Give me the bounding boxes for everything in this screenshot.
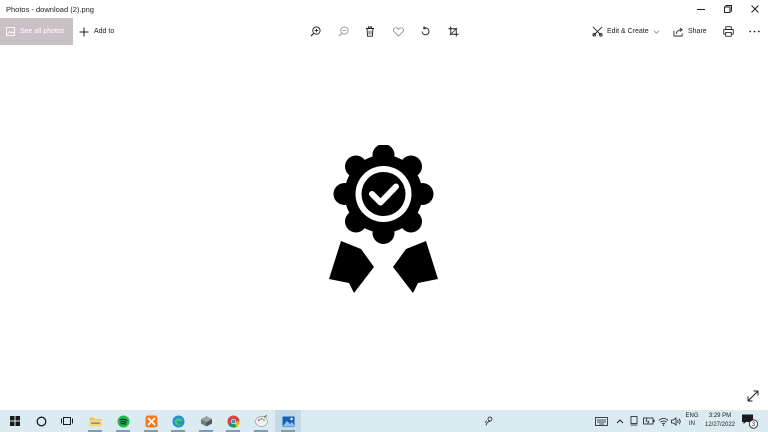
- command-bar: See all photos Add to Edit & Create Shar…: [0, 18, 768, 45]
- zoom-in-icon: [310, 26, 321, 37]
- clock-time: 3:29 PM: [708, 413, 732, 419]
- rotate-icon: [421, 26, 429, 36]
- chrome-icon: [227, 415, 239, 428]
- storage-app-icon: [200, 416, 212, 427]
- crop-button[interactable]: [446, 18, 460, 45]
- print-icon: [722, 26, 734, 37]
- device-icon: [630, 416, 638, 426]
- award-badge-icon: [329, 145, 438, 293]
- wifi-icon: [658, 417, 668, 426]
- zoom-out-button[interactable]: [336, 18, 350, 45]
- edit-create-button[interactable]: Edit & Create: [592, 18, 660, 45]
- edge-icon: [172, 415, 184, 427]
- tray-battery[interactable]: [642, 410, 656, 432]
- window-title: Photos - download (2).png: [6, 4, 94, 14]
- chevron-down-icon: [653, 29, 660, 34]
- see-all-photos-label: See all photos: [20, 28, 65, 35]
- clock[interactable]: 3:29 PM 12/27/2022: [700, 412, 740, 430]
- file-explorer-icon: [89, 417, 101, 426]
- share-button[interactable]: Share: [673, 18, 707, 45]
- taskbar-xampp[interactable]: [138, 410, 164, 432]
- minimize-icon: [696, 9, 705, 10]
- task-view-icon: [61, 417, 73, 425]
- more-icon: [748, 30, 760, 33]
- xampp-icon: [145, 415, 157, 427]
- minimize-button[interactable]: [687, 0, 714, 18]
- cortana-search-icon: [36, 416, 46, 426]
- tray-volume[interactable]: [670, 410, 682, 432]
- share-icon: [673, 27, 683, 36]
- zoom-in-button[interactable]: [308, 18, 322, 45]
- zoom-out-icon: [338, 26, 349, 37]
- full-screen-icon[interactable]: [746, 389, 760, 403]
- taskbar-storage-app[interactable]: [193, 410, 219, 432]
- taskbar-paint[interactable]: [248, 410, 274, 432]
- plus-icon: [79, 27, 89, 36]
- print-button[interactable]: [721, 18, 735, 45]
- favorite-icon: [392, 26, 404, 37]
- cortana-button[interactable]: [28, 410, 54, 432]
- taskbar-edge[interactable]: [165, 410, 191, 432]
- window-controls: [687, 0, 768, 18]
- title-bar: Photos - download (2).png: [0, 0, 768, 18]
- paint-icon: [254, 415, 268, 427]
- taskbar-chrome[interactable]: [220, 410, 246, 432]
- people-icon: [484, 416, 493, 426]
- clock-date: 12/27/2022: [704, 422, 736, 428]
- close-icon: [750, 5, 759, 13]
- volume-icon: [670, 416, 681, 426]
- edit-create-label: Edit & Create: [607, 28, 649, 35]
- photo-canvas[interactable]: [0, 45, 768, 410]
- windows-start-icon: [10, 416, 20, 426]
- tray-keyboard[interactable]: [593, 410, 609, 432]
- rotate-button[interactable]: [418, 18, 432, 45]
- crop-icon: [447, 26, 459, 37]
- task-view-button[interactable]: [54, 410, 80, 432]
- see-all-photos-button[interactable]: See all photos: [0, 18, 73, 45]
- add-to-button[interactable]: Add to: [79, 18, 114, 45]
- restore-button[interactable]: [714, 0, 741, 18]
- favorite-button[interactable]: [391, 18, 405, 45]
- tray-wifi[interactable]: [657, 410, 669, 432]
- start-button[interactable]: [2, 410, 28, 432]
- edit-create-icon: [592, 26, 603, 37]
- restore-icon: [723, 5, 732, 13]
- tray-people[interactable]: [482, 410, 496, 432]
- taskbar: ENG IN 3:29 PM 12/27/2022 3: [0, 410, 768, 432]
- close-button[interactable]: [741, 0, 768, 18]
- delete-icon: [366, 26, 374, 37]
- battery-icon: [643, 417, 655, 425]
- share-label: Share: [688, 28, 707, 35]
- action-center-button[interactable]: 3: [741, 413, 759, 432]
- gallery-icon: [6, 27, 15, 36]
- notification-icon: 3: [742, 414, 759, 429]
- tray-show-hidden[interactable]: [615, 410, 625, 432]
- more-button[interactable]: [747, 18, 761, 45]
- spotify-icon: [117, 415, 129, 427]
- add-to-label: Add to: [94, 28, 115, 35]
- keyboard-icon: [594, 416, 608, 426]
- taskbar-photos[interactable]: [275, 410, 301, 432]
- language-region: IN: [689, 421, 695, 427]
- taskbar-file-explorer[interactable]: [82, 410, 108, 432]
- photos-icon: [282, 416, 294, 426]
- taskbar-spotify[interactable]: [110, 410, 136, 432]
- language-code: ENG: [685, 413, 699, 419]
- tray-device[interactable]: [629, 410, 639, 432]
- chevron-up-icon: [616, 418, 624, 423]
- delete-button[interactable]: [363, 18, 377, 45]
- language-indicator[interactable]: ENG IN: [684, 412, 700, 428]
